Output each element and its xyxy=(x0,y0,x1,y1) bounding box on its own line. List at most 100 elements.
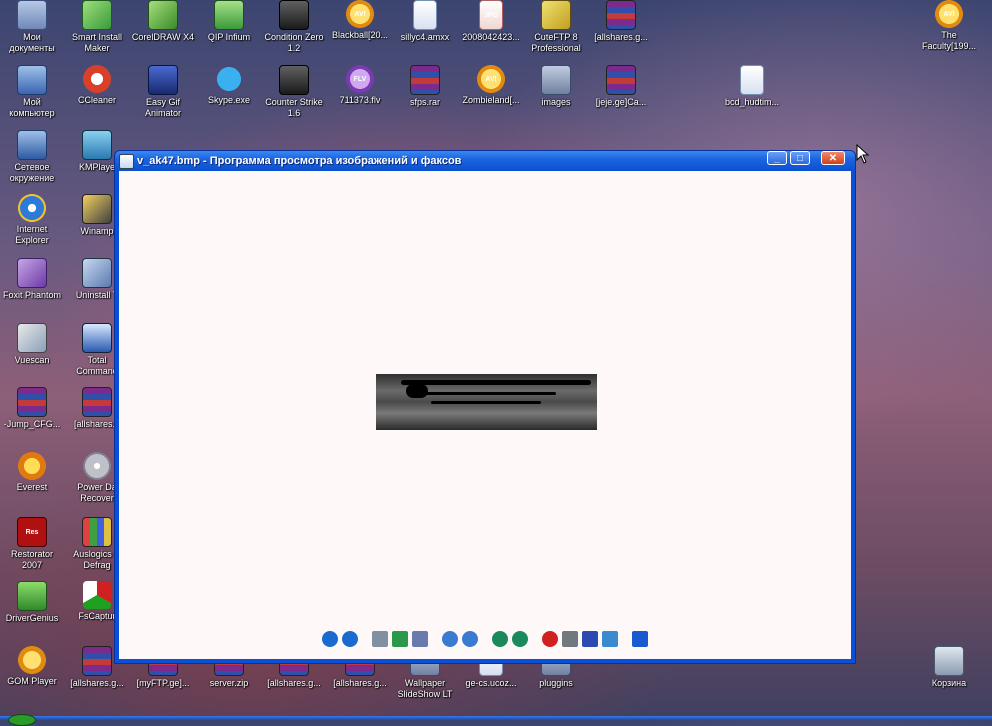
desktop-icon[interactable]: sillyc4.amxx xyxy=(393,0,457,43)
maximize-button[interactable]: □ xyxy=(790,151,810,165)
best-fit-button[interactable] xyxy=(372,631,388,647)
desktop-icon-label: [allshares.g... xyxy=(267,678,321,688)
desktop-icon[interactable]: Vuescan xyxy=(0,323,64,366)
desktop-icon[interactable]: -Jump_CFG... xyxy=(0,387,64,430)
avi-file-icon: AVI xyxy=(477,65,505,93)
next-image-button[interactable] xyxy=(342,631,358,647)
image-viewer-app-icon[interactable] xyxy=(119,154,134,169)
desktop-icon[interactable]: Сетевое окружение xyxy=(0,130,64,184)
internet-explorer-icon xyxy=(18,194,46,222)
winamp-icon xyxy=(82,194,112,224)
desktop-icon[interactable]: Easy Gif Animator xyxy=(131,65,195,119)
avi-file-icon: AVI xyxy=(346,0,374,28)
desktop-icon[interactable]: CuteFTP 8 Professional xyxy=(524,0,588,54)
desktop-icon[interactable]: QIP Infium xyxy=(197,0,261,43)
desktop-icon-label: Condition Zero 1.2 xyxy=(264,32,324,53)
start-button[interactable] xyxy=(8,714,36,726)
actual-size-button[interactable] xyxy=(392,631,408,647)
desktop-icon[interactable]: AVI The Faculty[199... xyxy=(917,0,981,52)
desktop-icon-label: Smart Install Maker xyxy=(71,32,122,53)
desktop-icon-label: The Faculty[199... xyxy=(921,30,977,51)
edit-button[interactable] xyxy=(602,631,618,647)
avi-file-icon: AVI xyxy=(935,0,963,28)
toolbar-separator xyxy=(360,631,370,647)
window-titlebar[interactable]: v_ak47.bmp - Программа просмотра изображ… xyxy=(115,151,855,171)
help-button[interactable] xyxy=(632,631,648,647)
desktop-icon-label: CCleaner xyxy=(77,95,117,105)
toolbar-separator xyxy=(620,631,630,647)
cuteftp-icon xyxy=(541,0,571,30)
desktop-icon-label: bcd_hudtim... xyxy=(724,97,780,107)
icon-badge: AVI xyxy=(485,76,497,83)
desktop-icon[interactable]: AVI Zombieland[... xyxy=(459,65,523,106)
desktop-icon[interactable]: DriverGenius xyxy=(0,581,64,624)
desktop-icon-label: GOM Player xyxy=(7,676,57,686)
winrar-archive-icon xyxy=(606,0,636,30)
restorator-icon: Res xyxy=(17,517,47,547)
desktop-icon-label: [allshares.g... xyxy=(594,32,648,42)
desktop-icon-label: 711373.flv xyxy=(339,95,381,105)
desktop-icon-label: 2008042423... xyxy=(462,32,520,42)
desktop-icon-label: Counter Strike 1.6 xyxy=(265,97,323,118)
desktop-icon[interactable]: Res Restorator 2007 xyxy=(0,517,64,571)
desktop-icon[interactable]: Мои документы xyxy=(0,0,64,54)
desktop-icon-label: Корзина xyxy=(931,678,967,688)
desktop-icon[interactable]: Condition Zero 1.2 xyxy=(262,0,326,54)
network-icon xyxy=(17,130,47,160)
desktop-icon[interactable]: [allshares.g... xyxy=(589,0,653,43)
desktop-icon[interactable]: Internet Explorer xyxy=(0,194,64,246)
toolbar-separator xyxy=(530,631,540,647)
image-viewer-window: v_ak47.bmp - Программа просмотра изображ… xyxy=(114,150,856,664)
window-title: v_ak47.bmp - Программа просмотра изображ… xyxy=(137,155,462,167)
desktop-icon[interactable]: Smart Install Maker xyxy=(65,0,129,54)
icon-badge: AVI xyxy=(943,11,955,18)
counter-strike-icon xyxy=(279,65,309,95)
viewer-toolbar xyxy=(119,631,851,651)
desktop-icon[interactable]: Skype.exe xyxy=(197,65,261,106)
taskbar[interactable] xyxy=(0,714,992,726)
desktop-icon-label: ge-cs.ucoz... xyxy=(465,678,517,688)
counter-strike-icon xyxy=(279,0,309,30)
winrar-archive-icon xyxy=(82,387,112,417)
desktop-icon-label: [allshares.g... xyxy=(333,678,387,688)
auslogics-defrag-icon xyxy=(82,517,112,547)
desktop-icon[interactable]: Корзина xyxy=(917,646,981,689)
previous-image-button[interactable] xyxy=(322,631,338,647)
desktop-icon-label: Zombieland[... xyxy=(462,95,520,105)
desktop-icon[interactable]: sfps.rar xyxy=(393,65,457,108)
print-button[interactable] xyxy=(562,631,578,647)
image-viewer-canvas xyxy=(119,171,851,659)
desktop-icon[interactable]: Counter Strike 1.6 xyxy=(262,65,326,119)
desktop-icon[interactable]: AVI Blackball[20... xyxy=(328,0,392,41)
desktop-icon[interactable]: images xyxy=(524,65,588,108)
desktop-icon-label: CuteFTP 8 Professional xyxy=(531,32,581,53)
desktop-icon-label: Vuescan xyxy=(14,355,50,365)
desktop-icon[interactable]: bcd_hudtim... xyxy=(720,65,784,108)
icon-badge: JPG xyxy=(483,12,498,19)
desktop-icon[interactable]: JPG 2008042423... xyxy=(459,0,523,43)
kmplayer-icon xyxy=(82,130,112,160)
rotate-clockwise-button[interactable] xyxy=(492,631,508,647)
desktop-icon[interactable]: GOM Player xyxy=(0,646,64,687)
minimize-button[interactable]: _ xyxy=(767,151,787,165)
desktop-icon[interactable]: CorelDRAW X4 xyxy=(131,0,195,43)
delete-button[interactable] xyxy=(542,631,558,647)
close-button[interactable]: ✕ xyxy=(821,151,845,165)
total-commander-icon xyxy=(82,323,112,353)
zoom-in-button[interactable] xyxy=(442,631,458,647)
desktop-icon[interactable]: CCleaner xyxy=(65,65,129,106)
rotate-counterclockwise-button[interactable] xyxy=(512,631,528,647)
zoom-out-button[interactable] xyxy=(462,631,478,647)
document-file-icon xyxy=(413,0,437,30)
my-computer-icon xyxy=(17,65,47,95)
desktop-icon-label: sillyc4.amxx xyxy=(400,32,450,42)
winrar-archive-icon xyxy=(17,387,47,417)
save-button[interactable] xyxy=(582,631,598,647)
desktop-icon[interactable]: FLV 711373.flv xyxy=(328,65,392,106)
desktop-icon[interactable]: Мой компьютер xyxy=(0,65,64,119)
desktop-icon[interactable]: [jeje.ge]Ca... xyxy=(589,65,653,108)
desktop-icon[interactable]: Foxit Phantom xyxy=(0,258,64,301)
slideshow-button[interactable] xyxy=(412,631,428,647)
drivergenius-icon xyxy=(17,581,47,611)
desktop-icon[interactable]: Everest xyxy=(0,452,64,493)
